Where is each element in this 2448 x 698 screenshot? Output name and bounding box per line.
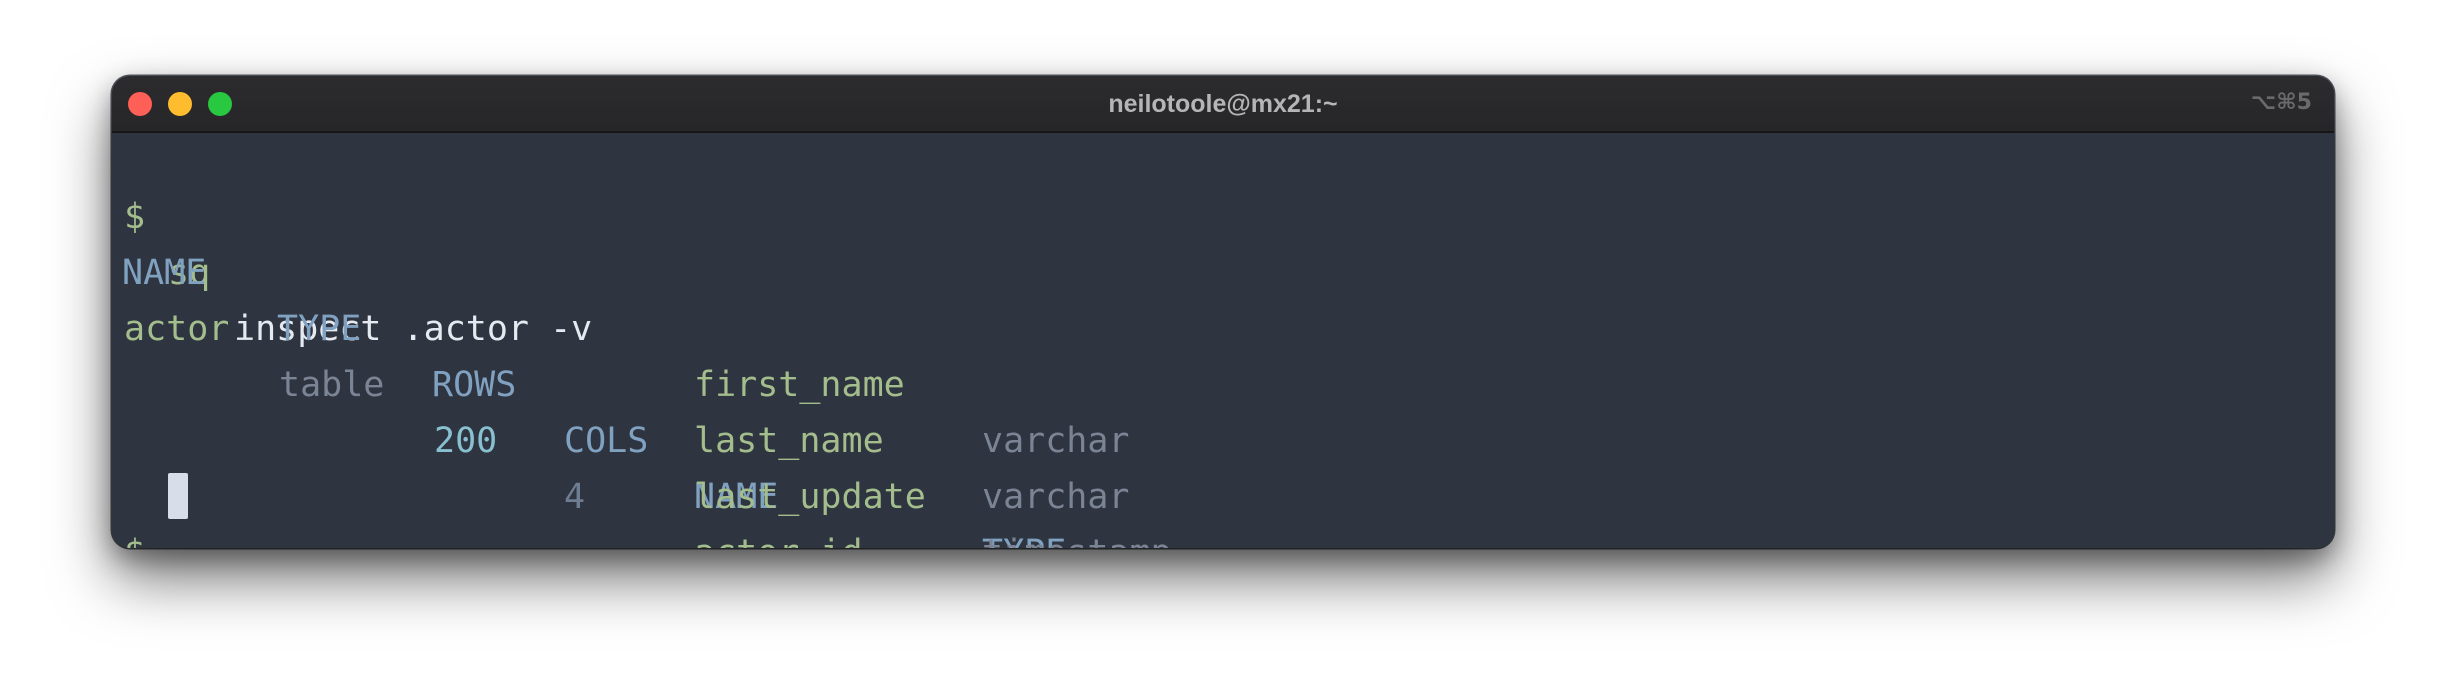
column-row: first_name varchar (124, 301, 1130, 461)
column-name: last_name (694, 421, 884, 461)
column-type: timestamp (982, 525, 1172, 548)
terminal-output[interactable]: $ sq inspect .actor -v NAME TYPE ROWS CO… (112, 133, 2334, 548)
column-name: actor_id (694, 525, 863, 548)
column-type: varchar (982, 421, 1130, 461)
table-rows: 200 (434, 421, 498, 461)
column-row: last_update timestamp (124, 413, 1172, 548)
text-cursor (168, 473, 188, 519)
table-type: table (279, 365, 385, 405)
terminal-window: neilotoole@mx21:~ ⌥⌘5 $ sq inspect .acto… (112, 76, 2334, 548)
table-cols: 4 (564, 477, 586, 517)
prompt-symbol: $ (124, 525, 145, 548)
command-line: $ sq inspect .actor -v (124, 133, 592, 349)
title-bar[interactable]: neilotoole@mx21:~ ⌥⌘5 (112, 76, 2334, 133)
header-cols: COLS (564, 421, 649, 461)
window-shortcut: ⌥⌘5 (2250, 90, 2312, 115)
column-name: first_name (694, 365, 905, 405)
header-row: NAME TYPE ROWS COLS NAME TYPE PK (122, 189, 1066, 548)
header-type: TYPE (277, 309, 362, 349)
column-type: varchar (982, 477, 1130, 517)
prompt-line[interactable]: $ (124, 469, 250, 548)
column-name: last_update (694, 477, 926, 517)
window-title: neilotoole@mx21:~ (1108, 90, 1338, 118)
table-row: actor table 200 4 actor_id int4 pk (124, 245, 863, 548)
header-rows: ROWS (432, 365, 517, 405)
column-row: last_name varchar (124, 357, 1130, 517)
